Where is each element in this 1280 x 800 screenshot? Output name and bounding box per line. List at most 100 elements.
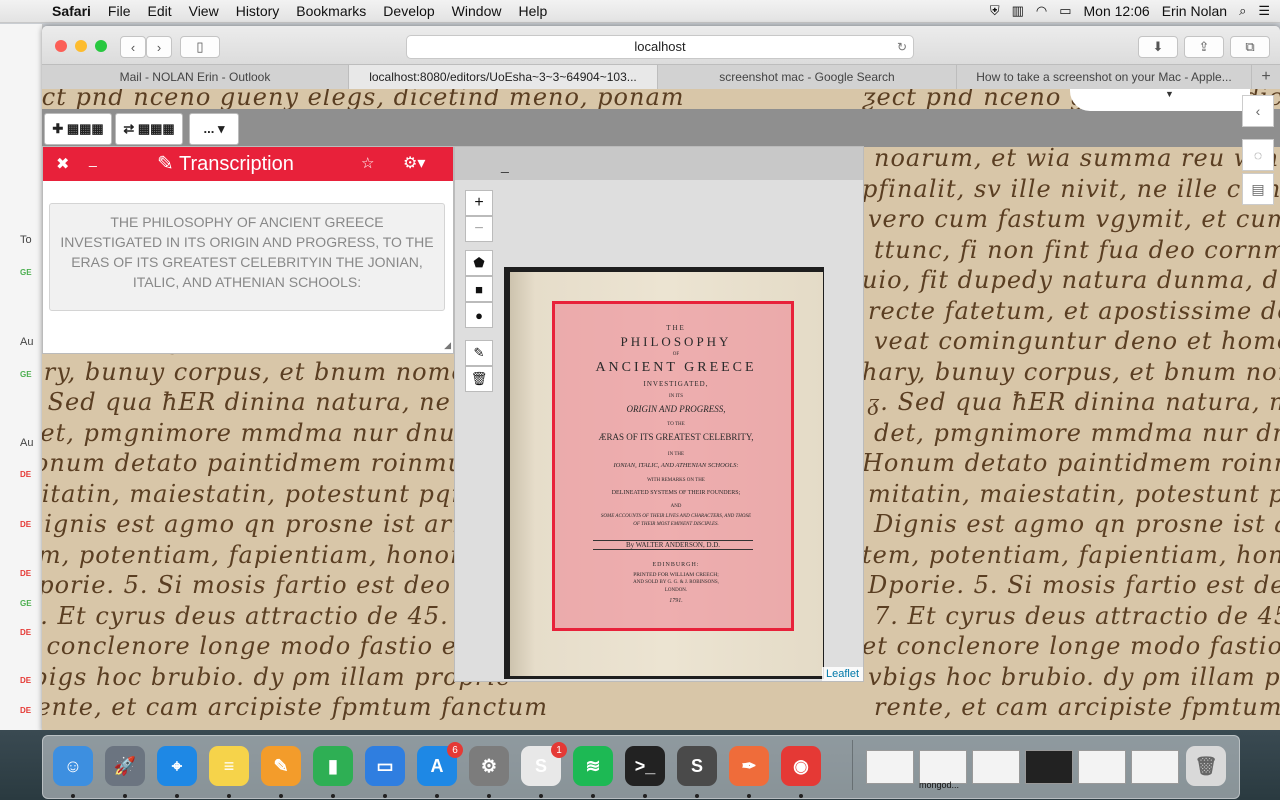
zoom-in-button[interactable]: + (465, 190, 493, 216)
edit-layers-icon[interactable]: ✎ (465, 340, 493, 366)
document-icon[interactable]: ▤ (1242, 173, 1274, 205)
menu-edit[interactable]: Edit (147, 3, 171, 19)
manuscript-line: ƺect pnd nceno gueny elegs, dicetind men… (42, 89, 685, 111)
image-viewer-panel: _ + − ⬟ ■ ● ✎ 🗑 THE PHILOSOPHY OF ANCIEN… (454, 146, 864, 682)
gear-icon[interactable]: ⚙▾ (403, 153, 425, 173)
add-column-button[interactable]: ✚ ▦▦▦ (44, 113, 112, 145)
bg-text: GE (20, 599, 32, 608)
swap-columns-button[interactable]: ⇄ ▦▦▦ (115, 113, 183, 145)
minimized-window-thumb[interactable] (866, 750, 914, 784)
tab-editor[interactable]: localhost:8080/editors/UoEsha~3~3~64904~… (349, 65, 658, 89)
app-store-icon[interactable]: A6 (417, 742, 463, 786)
title-line: DELINEATED SYSTEMS OF THEIR FOUNDERS; (611, 490, 741, 496)
wifi-icon[interactable]: ◠ (1036, 3, 1047, 19)
running-indicator (227, 794, 231, 798)
menu-develop[interactable]: Develop (383, 3, 434, 19)
bg-text: DE (20, 706, 32, 715)
caret-down-icon[interactable]: ▼ (1165, 89, 1174, 99)
clock[interactable]: Mon 12:06 (1084, 3, 1150, 19)
title-line: By WALTER ANDERSON, D.D. (593, 540, 753, 550)
safari-icon[interactable]: ⌖ (157, 746, 197, 786)
menu-bookmarks[interactable]: Bookmarks (296, 3, 366, 19)
numbers-icon[interactable]: ▮ (313, 746, 353, 786)
finder-icon[interactable]: ☺ (53, 746, 93, 786)
keynote-icon[interactable]: ▭ (365, 746, 405, 786)
tab-outlook[interactable]: Mail - NOLAN Erin - Outlook (42, 65, 349, 89)
draw-circle-icon[interactable]: ● (465, 302, 493, 328)
minimize-viewer-button[interactable]: _ (501, 157, 509, 173)
postman-icon[interactable]: ✒ (729, 746, 769, 786)
menu-file[interactable]: File (108, 3, 131, 19)
bg-text: Au (20, 437, 34, 449)
menu-window[interactable]: Window (452, 3, 502, 19)
transcription-header: ✖ _ ✎ Transcription ☆ ⚙▾ (43, 147, 453, 181)
draw-rectangle-icon[interactable]: ■ (465, 276, 493, 302)
spotlight-search-icon[interactable]: ⌕ (1239, 3, 1246, 19)
address-bar[interactable]: localhost ↻ (406, 35, 914, 59)
launchpad-icon[interactable]: 🚀 (105, 746, 145, 786)
sidebar-toggle-icon[interactable]: ▯ (180, 36, 220, 58)
spotify-icon[interactable]: ≋ (573, 746, 613, 786)
close-panel-icon[interactable]: ✖ (56, 154, 69, 174)
title-line: OF THEIR MOST EMINENT DISCIPLES. (633, 522, 719, 527)
background-window: To GE Au GE Au DE DE DE GE DE DE DE (0, 24, 43, 732)
tabs-overview-icon[interactable]: ⧉ (1230, 36, 1270, 58)
menu-safari[interactable]: Safari (52, 3, 91, 19)
downloads-icon[interactable]: ⬇ (1138, 36, 1178, 58)
tab-apple-support[interactable]: How to take a screenshot on your Mac - A… (957, 65, 1252, 89)
menu-help[interactable]: Help (518, 3, 547, 19)
transcription-text: THE PHILOSOPHY OF ANCIENT GREECE INVESTI… (60, 214, 434, 290)
manuscript-line: Dporie. 5. Si mosis fartio est deo 7 (868, 571, 1280, 599)
map-canvas[interactable]: + − ⬟ ■ ● ✎ 🗑 THE PHILOSOPHY OF ANCIENT … (455, 180, 863, 681)
title-line: ORIGIN AND PROGRESS, (626, 404, 726, 414)
transcription-textarea[interactable]: THE PHILOSOPHY OF ANCIENT GREECE INVESTI… (49, 203, 445, 311)
notes-icon[interactable]: ≡ (209, 746, 249, 786)
manuscript-line: det, pmgnimore mmdma nur dnuib (42, 418, 481, 447)
title-line: ÆRAS OF ITS GREATEST CELEBRITY, (598, 432, 754, 442)
book-scan: THE PHILOSOPHY OF ANCIENT GREECE INVESTI… (504, 267, 824, 679)
battery-meter-icon[interactable]: ▥ (1012, 3, 1024, 19)
zoom-out-button[interactable]: − (465, 216, 493, 242)
forward-button[interactable]: › (146, 36, 172, 58)
slack-icon[interactable]: S1 (521, 742, 567, 786)
sublime-text-icon[interactable]: S (677, 746, 717, 786)
battery-icon[interactable]: ▭ (1059, 3, 1071, 19)
menu-history[interactable]: History (236, 3, 280, 19)
reload-icon[interactable]: ↻ (897, 36, 907, 58)
chrome-icon[interactable]: ◉ (781, 746, 821, 786)
minimized-window-thumb[interactable] (972, 750, 1020, 784)
delete-layers-icon[interactable]: 🗑 (465, 366, 493, 392)
shield-icon[interactable]: ⛨ (990, 3, 1000, 19)
menu-view[interactable]: View (189, 3, 219, 19)
system-preferences-icon[interactable]: ⚙ (469, 746, 509, 786)
share-icon[interactable]: ⇪ (1184, 36, 1224, 58)
dock-separator (852, 740, 853, 790)
back-button[interactable]: ‹ (120, 36, 146, 58)
transcription-region-highlight[interactable]: THE PHILOSOPHY OF ANCIENT GREECE INVESTI… (552, 301, 794, 631)
user-name[interactable]: Erin Nolan (1162, 3, 1227, 19)
minimized-window-thumb[interactable] (1078, 750, 1126, 784)
minimized-window-thumb[interactable] (1025, 750, 1073, 784)
resize-handle-icon[interactable]: ◢ (444, 340, 451, 351)
title-line: WITH REMARKS ON THE (647, 478, 705, 483)
close-window-button[interactable] (55, 40, 67, 52)
minimize-window-button[interactable] (75, 40, 87, 52)
more-options-button[interactable]: ... ▾ (189, 113, 239, 145)
draw-polygon-icon[interactable]: ⬟ (465, 250, 493, 276)
hide-overlay-icon[interactable]: ◌ (1242, 139, 1274, 171)
trash-icon[interactable]: 🗑 (1186, 746, 1226, 786)
leaflet-attribution-link[interactable]: Leaflet (821, 667, 863, 681)
notification-center-icon[interactable]: ☰ (1258, 3, 1270, 19)
minimize-panel-button[interactable]: _ (89, 151, 97, 167)
collapse-sidebar-icon[interactable]: ‹ (1242, 95, 1274, 127)
dropdown-pill[interactable] (1070, 89, 1250, 111)
tab-google-search[interactable]: screenshot mac - Google Search (658, 65, 957, 89)
bg-text: DE (20, 569, 32, 578)
minimized-window-thumb[interactable] (1131, 750, 1179, 784)
new-tab-button[interactable]: + (1252, 65, 1280, 89)
zoom-window-button[interactable] (95, 40, 107, 52)
minimized-window-thumb[interactable] (919, 750, 967, 784)
pages-icon[interactable]: ✎ (261, 746, 301, 786)
terminal-icon[interactable]: >_ (625, 746, 665, 786)
star-icon[interactable]: ☆ (361, 154, 374, 172)
